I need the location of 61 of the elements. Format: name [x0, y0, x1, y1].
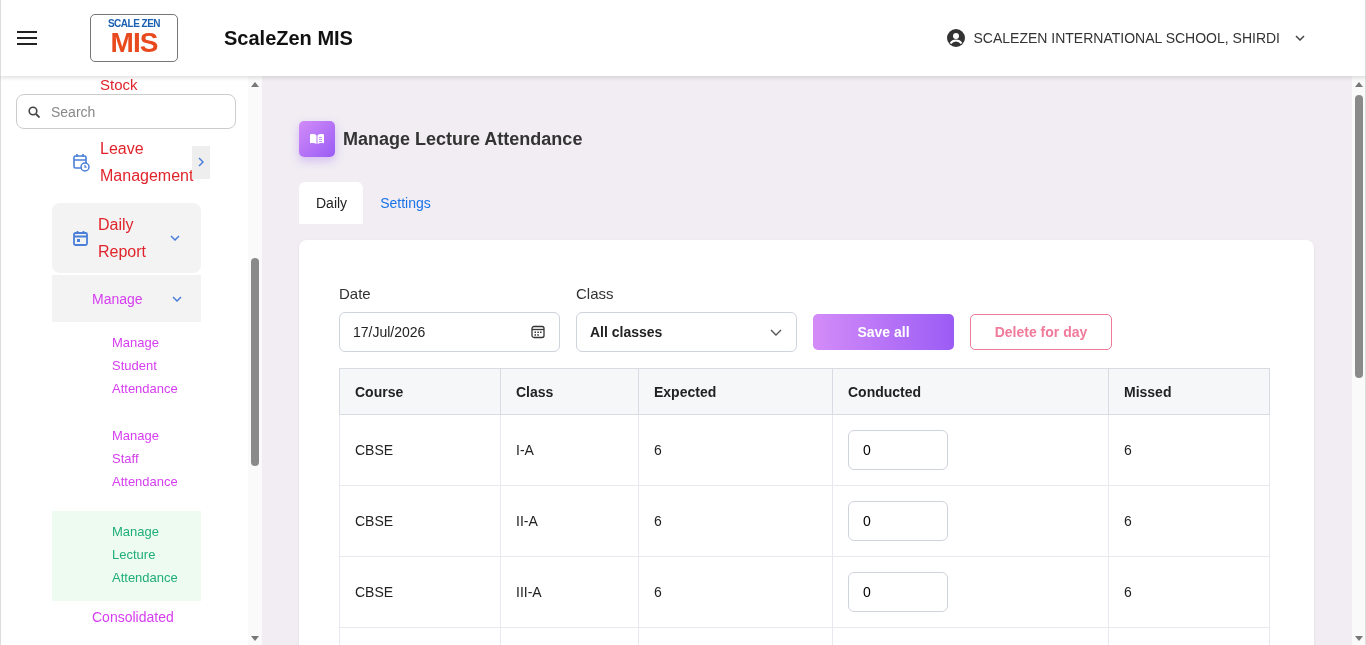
- column-header: Course: [355, 383, 404, 400]
- delete-button[interactable]: Delete for day: [970, 314, 1112, 350]
- calendar-icon: [73, 230, 88, 246]
- chevron-down-icon: [770, 328, 782, 336]
- calendar-clock-icon: [73, 152, 90, 172]
- table-cell: 6: [654, 513, 662, 529]
- column-header: Expected: [654, 383, 717, 400]
- table-cell: 6: [1124, 584, 1132, 600]
- chevron-down-icon: [172, 295, 182, 302]
- menu-item[interactable]: Leave Management: [52, 135, 210, 189]
- tab[interactable]: Daily: [299, 182, 364, 224]
- chevron-down-icon: [1295, 35, 1305, 41]
- scroll-down-icon[interactable]: [251, 636, 259, 641]
- conducted-field[interactable]: 0: [848, 501, 948, 541]
- scroll-up-icon[interactable]: [1354, 82, 1363, 87]
- field-label: Date: [339, 285, 372, 302]
- table-cell: 6: [1124, 513, 1132, 529]
- submenu-item[interactable]: Manage Staff Attendance: [52, 415, 201, 505]
- scroll-up-icon[interactable]: [251, 82, 259, 87]
- app-title: ScaleZen MIS: [224, 26, 353, 50]
- book-icon: [299, 121, 335, 157]
- submenu-item[interactable]: Manage Lecture Attendance: [52, 511, 201, 601]
- table-cell: II-A: [516, 513, 538, 529]
- save-button[interactable]: Save all: [813, 314, 954, 350]
- table-cell: 6: [654, 442, 662, 458]
- chevron-right-icon: [198, 157, 204, 167]
- column-header: Class: [516, 383, 554, 400]
- scrollbar[interactable]: [248, 76, 262, 645]
- scrollbar[interactable]: [1352, 76, 1366, 645]
- submenu-item[interactable]: Consolidated: [52, 607, 201, 627]
- field-label: Class: [576, 285, 615, 302]
- table-cell: CBSE: [355, 584, 394, 600]
- calendar-icon[interactable]: [531, 325, 545, 339]
- chevron-down-icon: [170, 235, 180, 241]
- date-field[interactable]: 17/Jul/2026: [339, 312, 560, 352]
- tab[interactable]: Settings: [363, 182, 447, 224]
- conducted-field[interactable]: 0: [848, 572, 948, 612]
- menu-item[interactable]: Stock: [100, 76, 138, 94]
- scrollbar-thumb[interactable]: [1354, 95, 1363, 378]
- table-cell: 6: [1124, 442, 1132, 458]
- column-header: Missed: [1124, 383, 1172, 400]
- class-dropdown[interactable]: All classes: [576, 312, 797, 352]
- search-field[interactable]: Search: [16, 94, 236, 129]
- account-menu[interactable]: SCALEZEN INTERNATIONAL SCHOOL, SHIRDI: [946, 29, 1305, 47]
- submenu-item[interactable]: Manage Student Attendance: [52, 322, 201, 412]
- table-cell: 6: [654, 584, 662, 600]
- scroll-down-icon[interactable]: [1354, 636, 1363, 641]
- search-icon: [28, 106, 40, 118]
- submenu-item[interactable]: Manage: [52, 275, 201, 322]
- conducted-field[interactable]: 0: [848, 430, 948, 470]
- menu-item[interactable]: Daily Report: [52, 203, 201, 273]
- scrollbar-thumb[interactable]: [251, 258, 259, 466]
- menu-icon[interactable]: [17, 31, 37, 45]
- table-cell: CBSE: [355, 442, 394, 458]
- table-cell: III-A: [516, 584, 542, 600]
- column-header: Conducted: [848, 383, 922, 400]
- page-title: Manage Lecture Attendance: [343, 128, 583, 150]
- table-cell: CBSE: [355, 513, 394, 529]
- account-icon: [946, 29, 965, 47]
- table-cell: I-A: [516, 442, 534, 458]
- logo: SCALE ZEN MIS: [90, 14, 178, 62]
